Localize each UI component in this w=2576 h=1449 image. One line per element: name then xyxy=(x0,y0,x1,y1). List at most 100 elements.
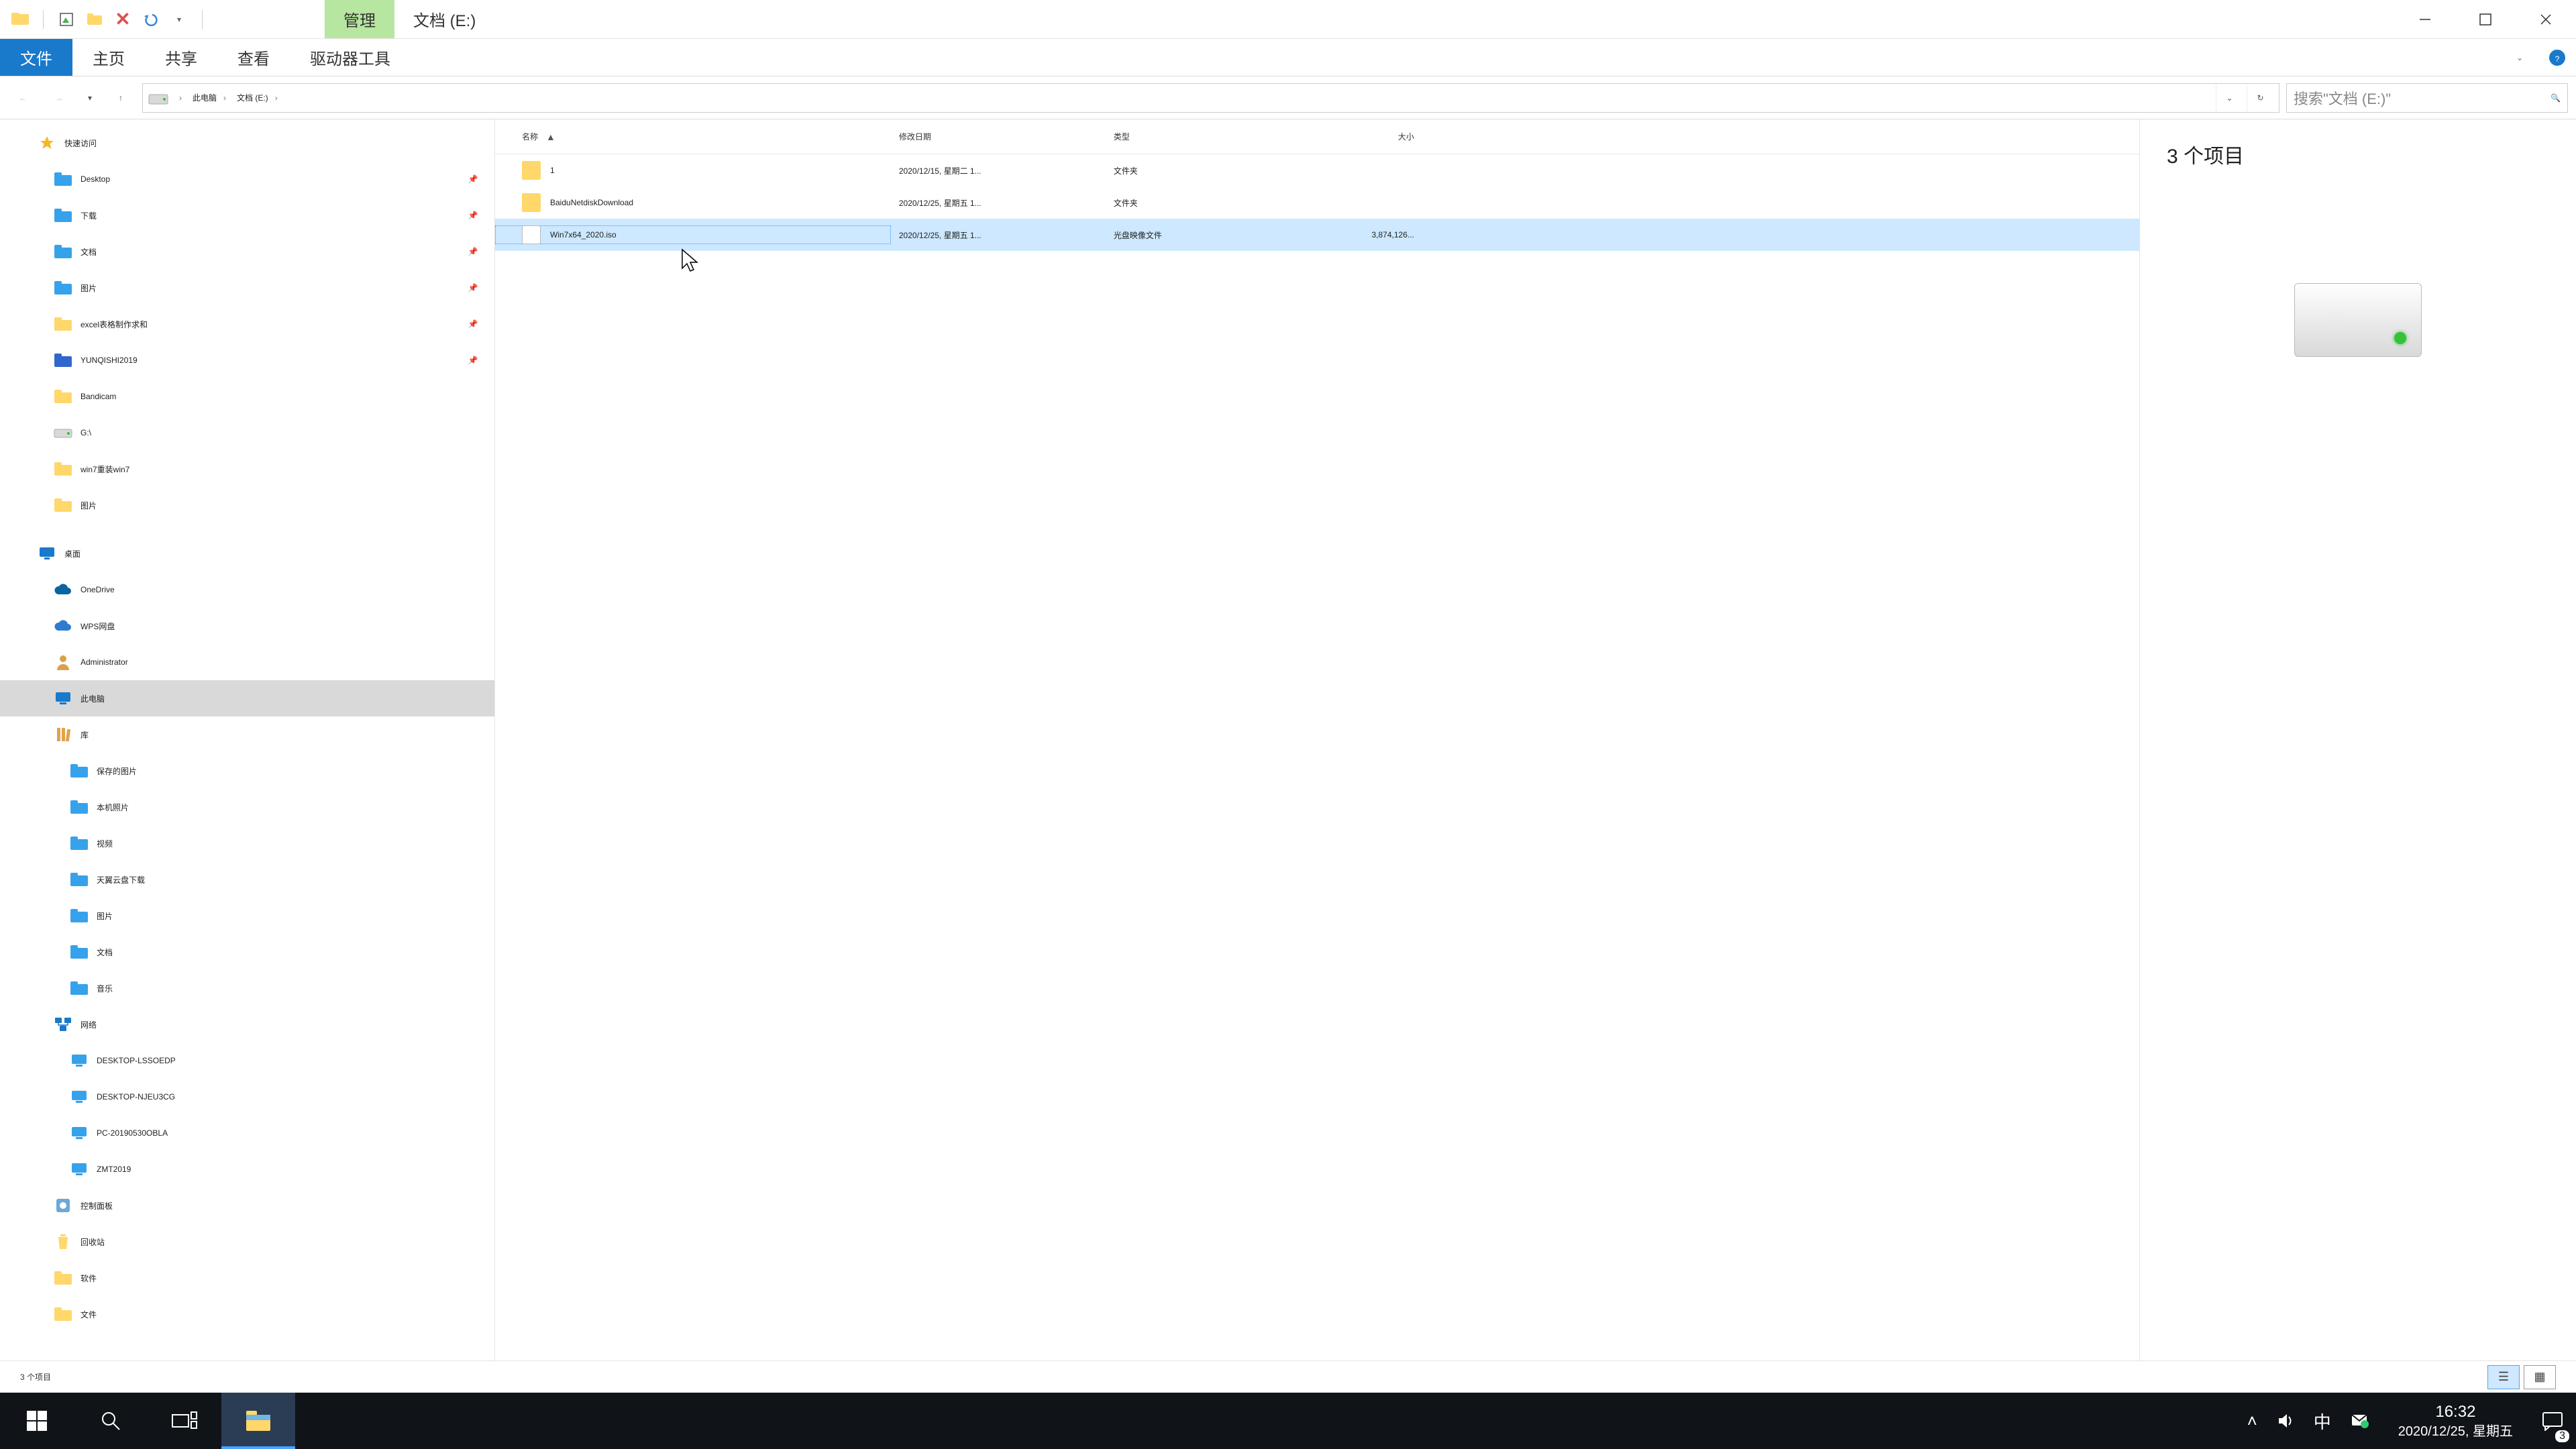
ribbon-expand-button[interactable]: ⌄ xyxy=(2501,39,2538,76)
view-details-button[interactable]: ☰ xyxy=(2487,1365,2520,1389)
start-button[interactable] xyxy=(0,1393,74,1449)
ribbon-tab-file[interactable]: 文件 xyxy=(0,39,72,76)
tree-item[interactable]: DESKTOP-NJEU3CG xyxy=(0,1079,494,1115)
view-large-icons-button[interactable]: ▦ xyxy=(2524,1365,2556,1389)
ribbon-tab-share[interactable]: 共享 xyxy=(145,39,217,76)
drive-icon xyxy=(2294,283,2422,357)
folder-icon xyxy=(52,317,74,331)
tree-item[interactable]: 控制面板 xyxy=(0,1187,494,1224)
tree-item[interactable]: 文件 xyxy=(0,1296,494,1332)
tree-item[interactable]: OneDrive xyxy=(0,572,494,608)
tree-item[interactable]: 图片 xyxy=(0,898,494,934)
tree-item[interactable]: 音乐 xyxy=(0,970,494,1006)
minimize-button[interactable] xyxy=(2395,0,2455,38)
column-headers: 名称▲ 修改日期 类型 大小 xyxy=(495,119,2139,154)
tree-item[interactable]: PC-20190530OBLA xyxy=(0,1115,494,1151)
file-type: 光盘映像文件 xyxy=(1106,229,1287,241)
tree-item[interactable]: Bandicam xyxy=(0,378,494,415)
tree-item[interactable]: YUNQISHI2019📌 xyxy=(0,342,494,378)
ime-indicator[interactable]: 中 xyxy=(2314,1409,2331,1434)
navigation-tree[interactable]: 快速访问Desktop📌下载📌文档📌图片📌excel表格制作求和📌YUNQISH… xyxy=(0,119,495,1360)
volume-icon[interactable] xyxy=(2276,1411,2295,1430)
quick-access-toolbar: ✕ ▾ xyxy=(0,10,217,29)
tree-item[interactable]: 快速访问 xyxy=(0,125,494,161)
tree-item[interactable]: 此电脑 xyxy=(0,680,494,716)
tree-item[interactable]: 天翼云盘下载 xyxy=(0,861,494,898)
tree-item[interactable]: 库 xyxy=(0,716,494,753)
tree-item[interactable]: 本机照片 xyxy=(0,789,494,825)
close-button[interactable] xyxy=(2516,0,2576,38)
refresh-button[interactable]: ↻ xyxy=(2247,84,2273,112)
nav-recent-dropdown[interactable]: ▾ xyxy=(80,83,99,113)
tree-item[interactable]: 桌面 xyxy=(0,535,494,572)
tree-item[interactable]: 文档📌 xyxy=(0,233,494,270)
qa-delete-icon[interactable]: ✕ xyxy=(113,10,132,29)
task-view-button[interactable] xyxy=(148,1393,221,1449)
ribbon: 文件 主页 共享 查看 驱动器工具 ⌄ ? xyxy=(0,39,2576,76)
tree-item[interactable]: DESKTOP-LSSOEDP xyxy=(0,1042,494,1079)
tree-item[interactable]: win7重装win7 xyxy=(0,451,494,487)
tree-item[interactable]: 下载📌 xyxy=(0,197,494,233)
ribbon-tab-drive-tools[interactable]: 驱动器工具 xyxy=(290,39,411,76)
pin-icon: 📌 xyxy=(464,174,482,184)
tree-item[interactable]: G:\ xyxy=(0,415,494,451)
breadcrumb[interactable]: 此电脑› xyxy=(193,92,233,103)
search-input[interactable]: 搜索"文档 (E:)" 🔍 xyxy=(2286,83,2568,113)
taskbar-app-file-explorer[interactable] xyxy=(221,1393,295,1449)
tree-item[interactable]: Desktop📌 xyxy=(0,161,494,197)
tree-item[interactable]: 回收站 xyxy=(0,1224,494,1260)
column-date[interactable]: 修改日期 xyxy=(891,131,1106,142)
tree-item[interactable]: ZMT2019 xyxy=(0,1151,494,1187)
tree-item[interactable]: Administrator xyxy=(0,644,494,680)
ribbon-context-tab[interactable]: 管理 xyxy=(325,0,394,38)
qa-undo-icon[interactable] xyxy=(142,10,160,29)
tree-item[interactable]: 软件 xyxy=(0,1260,494,1296)
ribbon-tab-home[interactable]: 主页 xyxy=(72,39,145,76)
address-bar[interactable]: › 此电脑› 文档 (E:)› ⌄ ↻ xyxy=(142,83,2279,113)
ribbon-tab-view[interactable]: 查看 xyxy=(217,39,290,76)
tree-item[interactable]: 保存的图片 xyxy=(0,753,494,789)
column-name[interactable]: 名称▲ xyxy=(495,131,891,142)
nav-back-button[interactable]: ← xyxy=(8,83,38,113)
tree-item[interactable]: 图片 xyxy=(0,487,494,523)
tree-item-label: 图片 xyxy=(97,910,482,922)
file-row[interactable]: 12020/12/15, 星期二 1...文件夹 xyxy=(495,154,2139,186)
pc-icon xyxy=(52,691,74,706)
search-icon[interactable]: 🔍 xyxy=(2551,93,2561,103)
tray-overflow-icon[interactable]: ˄ xyxy=(2247,1411,2257,1432)
nav-forward-button[interactable]: → xyxy=(44,83,74,113)
status-bar: 3 个项目 ☰ ▦ xyxy=(0,1360,2576,1393)
file-name: BaiduNetdiskDownload xyxy=(550,198,633,207)
maximize-button[interactable] xyxy=(2455,0,2516,38)
folder-icon xyxy=(52,245,74,258)
action-center-button[interactable]: 3 xyxy=(2529,1393,2576,1449)
separator xyxy=(202,10,203,29)
tree-item[interactable]: 文档 xyxy=(0,934,494,970)
tree-item[interactable]: 图片📌 xyxy=(0,270,494,306)
tree-item[interactable]: 视频 xyxy=(0,825,494,861)
help-button[interactable]: ? xyxy=(2538,39,2576,76)
folder-icon xyxy=(52,354,74,367)
taskbar-clock[interactable]: 16:32 2020/12/25, 星期五 xyxy=(2382,1401,2529,1440)
tree-item[interactable]: 网络 xyxy=(0,1006,494,1042)
column-type[interactable]: 类型 xyxy=(1106,131,1287,142)
breadcrumb[interactable]: 文档 (E:)› xyxy=(237,92,284,103)
breadcrumb-chevron[interactable]: › xyxy=(172,93,189,103)
tree-item-label: 图片 xyxy=(80,500,482,511)
file-row[interactable]: Win7x64_2020.iso2020/12/25, 星期五 1...光盘映像… xyxy=(495,219,2139,251)
folder-icon xyxy=(52,1271,74,1285)
file-row[interactable]: BaiduNetdiskDownload2020/12/25, 星期五 1...… xyxy=(495,186,2139,219)
pc-icon xyxy=(68,1053,90,1068)
cloud-icon xyxy=(52,584,74,596)
tray-app-icon[interactable] xyxy=(2350,1411,2369,1430)
column-size[interactable]: 大小 xyxy=(1287,131,1434,142)
qa-dropdown-icon[interactable]: ▾ xyxy=(170,10,189,29)
tree-item[interactable]: excel表格制作求和📌 xyxy=(0,306,494,342)
address-history-dropdown[interactable]: ⌄ xyxy=(2216,84,2243,112)
taskbar-search-button[interactable] xyxy=(74,1393,148,1449)
qa-new-folder-icon[interactable] xyxy=(85,10,104,29)
qa-properties-icon[interactable] xyxy=(57,10,76,29)
file-list: 名称▲ 修改日期 类型 大小 12020/12/15, 星期二 1...文件夹B… xyxy=(495,119,2140,1360)
tree-item[interactable]: WPS网盘 xyxy=(0,608,494,644)
nav-up-button[interactable]: ↑ xyxy=(106,83,136,113)
